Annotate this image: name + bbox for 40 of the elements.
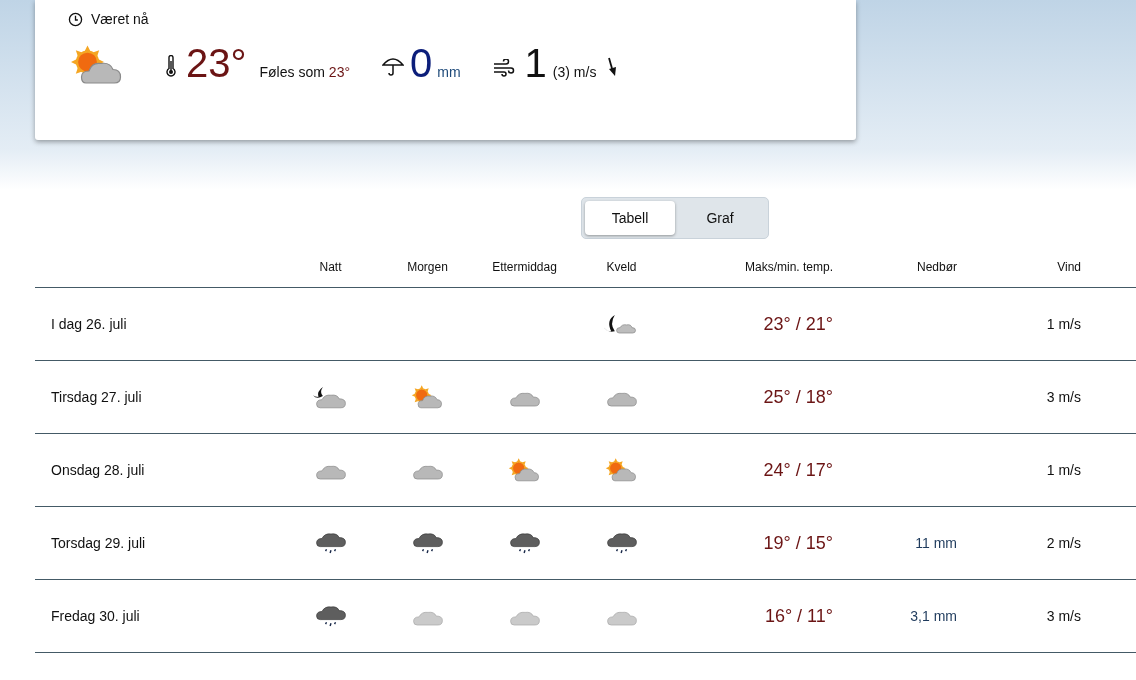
column-header: Ettermiddag <box>492 260 557 274</box>
temperature-cell: 24° / 17° <box>763 459 833 481</box>
wind-cell: 1 m/s <box>1046 462 1081 478</box>
wind-icon <box>492 59 515 77</box>
wind-cell: 2 m/s <box>1046 535 1081 551</box>
day-cell-text: Fredag 30. juli <box>50 608 140 624</box>
umbrella-icon <box>382 55 404 77</box>
column-header: Morgen <box>407 260 448 274</box>
column-header: Natt <box>319 260 342 274</box>
wind-cell: 3 m/s <box>1046 389 1081 405</box>
wind-gust-speed: (3) m/s <box>552 64 597 80</box>
thermometer-icon <box>166 55 176 77</box>
moon-cloud-icon <box>312 384 349 410</box>
card-title: Været nå <box>91 11 149 27</box>
day-cell-text: Tirsdag 27. juli <box>50 389 142 405</box>
wind-cell: 3 m/s <box>1046 608 1081 624</box>
wind-speed: 1 <box>524 41 547 86</box>
column-header: Nedbør <box>917 260 957 274</box>
temperature-cell: 23° / 21° <box>763 313 833 335</box>
temperature-cell: 16° / 11° <box>764 605 833 627</box>
feels-like-value: 23° <box>328 64 350 80</box>
precipitation-cell: 11 mm <box>915 535 957 551</box>
column-header: Maks/min. temp. <box>744 260 833 274</box>
temperature-cell: 19° / 15° <box>763 532 833 554</box>
column-header: Kveld <box>606 260 637 274</box>
wind-cell: 1 m/s <box>1046 316 1081 332</box>
current-temperature: 23° <box>186 41 247 86</box>
column-header: Vind <box>1057 260 1081 274</box>
clock-icon <box>68 11 83 27</box>
precipitation-value: 0 <box>410 41 433 86</box>
day-cell-text: Onsdag 28. juli <box>50 462 145 478</box>
wind-direction-arrow-icon <box>606 57 619 77</box>
day-cell-text: Torsdag 29. juli <box>50 535 146 551</box>
precipitation-cell: 3,1 mm <box>910 608 957 624</box>
precipitation-unit: mm <box>437 64 461 80</box>
day-cell-text: I dag 26. juli <box>50 316 127 332</box>
view-tab[interactable]: Graf <box>675 201 765 235</box>
view-tab[interactable]: Tabell <box>585 201 675 235</box>
feels-like-label: Føles som <box>259 64 325 80</box>
temperature-cell: 25° / 18° <box>763 386 833 408</box>
